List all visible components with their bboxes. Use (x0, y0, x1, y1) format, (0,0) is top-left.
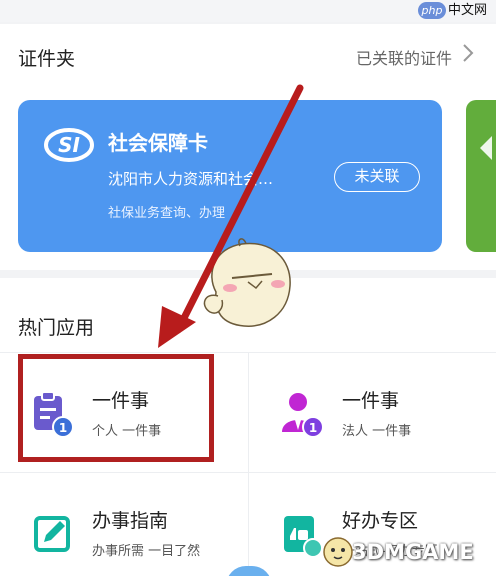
link-status-button[interactable]: 未关联 (334, 162, 420, 192)
hot-apps-title: 热门应用 (18, 317, 95, 339)
svg-text:SI: SI (58, 133, 80, 157)
mascot-chick-icon (203, 238, 291, 327)
social-security-logo-icon: SI (44, 128, 94, 162)
cards-section-title: 证件夹 (18, 48, 76, 70)
red-highlight-box (18, 354, 214, 462)
linked-cards-link[interactable]: 已关联的证件 (356, 45, 452, 69)
tile-label: 一件事 (342, 390, 400, 412)
card-name: 社会保障卡 (108, 131, 208, 155)
chevron-right-icon[interactable] (460, 41, 476, 65)
svg-text:1: 1 (309, 421, 317, 435)
tile-subtitle: 办事所需 一目了然 (92, 544, 201, 559)
tile-label: 办事指南 (92, 510, 169, 532)
grid-divider (248, 352, 249, 576)
app-tile-legal-person-task[interactable]: 1 一件事 法人 一件事 (250, 360, 496, 470)
3dmgame-watermark-text: 3DMGAME (352, 540, 474, 564)
next-card-peek[interactable] (466, 100, 496, 252)
social-security-card[interactable]: SI 社会保障卡 沈阳市人力资源和社会… 未关联 社保业务查询、办理 (18, 100, 442, 252)
php-watermark-badge: php (418, 2, 446, 19)
php-watermark-text: 中文网 (448, 3, 488, 18)
tile-subtitle: 法人 一件事 (342, 424, 412, 439)
card-description: 社保业务查询、办理 (108, 206, 226, 221)
card-org: 沈阳市人力资源和社会… (108, 170, 274, 188)
app-tile-guide[interactable]: 办事指南 办事所需 一目了然 (0, 480, 248, 576)
legal-person-task-icon: 1 (282, 393, 324, 438)
next-card-logo-icon (480, 136, 492, 160)
guide-edit-icon (34, 516, 70, 552)
